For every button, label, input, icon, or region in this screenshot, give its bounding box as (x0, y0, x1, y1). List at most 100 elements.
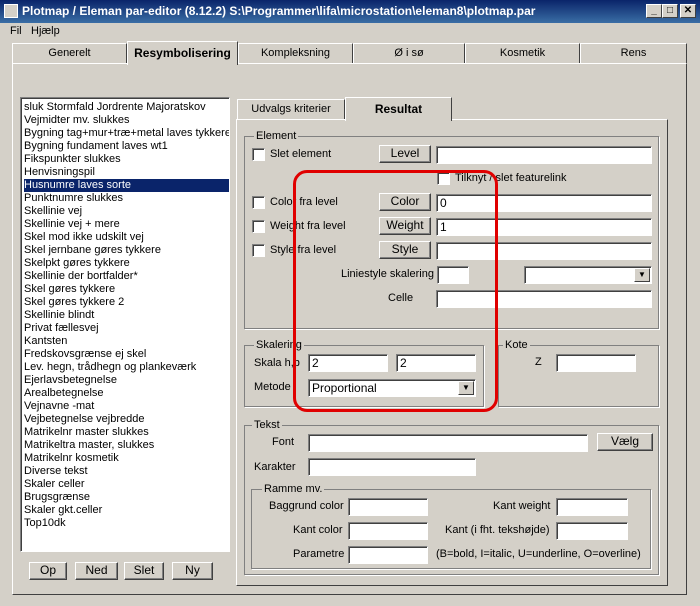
scaling-legend: Skalering (254, 339, 304, 351)
list-item[interactable]: Vejmidter mv. slukkes (24, 114, 229, 127)
tab-resymbolisering[interactable]: Resymbolisering (127, 41, 238, 65)
edge-height-input[interactable] (556, 522, 628, 540)
list-item[interactable]: Skel gøres tykkere (24, 283, 229, 296)
cell-label: Celle (388, 292, 414, 304)
window-title: Plotmap / Eleman par-editor (8.12.2) S:\… (22, 4, 536, 18)
weight-input[interactable]: 1 (436, 218, 652, 236)
params-label: Parametre (293, 548, 345, 560)
list-item[interactable]: Lev. hegn, trådhegn og plankeværk (24, 361, 229, 374)
color-input[interactable]: 0 (436, 194, 652, 212)
list-item[interactable]: Matrikelnr kosmetik (24, 452, 229, 465)
tab-rens[interactable]: Rens (580, 43, 687, 63)
close-button[interactable]: ✕ (680, 4, 696, 18)
list-item[interactable]: Skel mod ikke udskilt vej (24, 231, 229, 244)
list-item[interactable]: Punktnumre slukkes (24, 192, 229, 205)
list-item[interactable]: Henvisningspil (24, 166, 229, 179)
list-item[interactable]: Kantsten (24, 335, 229, 348)
linestyle-scale-input[interactable] (437, 266, 469, 284)
list-item[interactable]: Fikspunkter slukkes (24, 153, 229, 166)
app-icon (4, 4, 18, 18)
style-button[interactable]: Style (379, 241, 431, 259)
delete-button[interactable]: Slet (124, 562, 164, 580)
method-combo[interactable]: Proportional ▼ (308, 379, 476, 397)
cell-input[interactable] (436, 290, 652, 308)
list-item[interactable]: Ejerlavsbetegnelse (24, 374, 229, 387)
list-item[interactable]: Skellinie der bortfalder* (24, 270, 229, 283)
tab-o-i-so[interactable]: Ø i sø (353, 43, 465, 63)
minimize-button[interactable]: _ (646, 4, 662, 18)
level-button[interactable]: Level (379, 145, 431, 163)
edge-weight-label: Kant weight (493, 500, 551, 512)
list-item[interactable]: Skelpkt gøres tykkere (24, 257, 229, 270)
menu-file[interactable]: Fil (10, 25, 22, 37)
bg-color-label: Baggrund color (269, 500, 344, 512)
chevron-down-icon[interactable]: ▼ (634, 268, 650, 282)
list-item[interactable]: Vejnavne -mat (24, 400, 229, 413)
list-item[interactable]: Diverse tekst (24, 465, 229, 478)
chevron-down-icon[interactable]: ▼ (458, 381, 474, 395)
edge-weight-input[interactable] (556, 498, 628, 516)
level-input[interactable] (436, 146, 652, 164)
subtab-resultat[interactable]: Resultat (345, 97, 452, 121)
color-button[interactable]: Color (379, 193, 431, 211)
params-input[interactable] (348, 546, 428, 564)
list-item[interactable]: Privat fællesvej (24, 322, 229, 335)
font-label: Font (272, 436, 295, 448)
tab-generelt[interactable]: Generelt (12, 43, 127, 63)
list-item[interactable]: Bygning fundament laves wt1 (24, 140, 229, 153)
weight-from-level-label: Weight fra level (270, 220, 346, 232)
element-legend: Element (254, 130, 299, 142)
list-item[interactable]: Skellinie vej (24, 205, 229, 218)
list-item[interactable]: Matrikeltra master, slukkes (24, 439, 229, 452)
list-item[interactable]: Fredskovsgrænse ej skel (24, 348, 229, 361)
subtab-udvalgs-kriterier[interactable]: Udvalgs kriterier (237, 99, 345, 119)
list-item[interactable]: Vejbetegnelse vejbredde (24, 413, 229, 426)
list-item[interactable]: Skel jernbane gøres tykkere (24, 244, 229, 257)
choose-font-button[interactable]: Vælg (597, 433, 653, 451)
list-item[interactable]: Arealbetegnelse (24, 387, 229, 400)
style-from-level-checkbox[interactable] (252, 244, 265, 257)
featurelink-checkbox[interactable] (437, 172, 450, 185)
linestyle-combo[interactable]: ▼ (524, 266, 652, 284)
scale-b-input[interactable]: 2 (396, 354, 476, 372)
list-item[interactable]: Skel gøres tykkere 2 (24, 296, 229, 309)
list-item[interactable]: Skaler gkt.celler (24, 504, 229, 517)
scale-hb-label: Skala h,b (254, 357, 300, 369)
maximize-button[interactable]: □ (662, 4, 678, 18)
new-button[interactable]: Ny (172, 562, 213, 580)
tab-kompleksning[interactable]: Kompleksning (238, 43, 353, 63)
list-item[interactable]: Top10dk (24, 517, 229, 530)
list-item[interactable]: Bygning tag+mur+træ+metal laves tykkere (24, 127, 229, 140)
style-input[interactable] (436, 242, 652, 260)
list-item[interactable]: sluk Stormfald Jordrente Majoratskov (24, 101, 229, 114)
kote-legend: Kote (503, 339, 530, 351)
menu-help[interactable]: Hjælp (31, 25, 60, 37)
list-item[interactable]: Brugsgrænse (24, 491, 229, 504)
list-item[interactable]: Husnumre laves sorte (24, 179, 229, 192)
bg-color-input[interactable] (348, 498, 428, 516)
move-up-button[interactable]: Op (29, 562, 67, 580)
weight-from-level-checkbox[interactable] (252, 220, 265, 233)
method-label: Metode (254, 381, 291, 393)
delete-element-checkbox[interactable] (252, 148, 265, 161)
params-hint: (B=bold, I=italic, U=underline, O=overli… (436, 548, 641, 560)
list-item[interactable]: Skellinie blindt (24, 309, 229, 322)
featurelink-label: Tilknyt / slet featurelink (455, 172, 567, 184)
list-item[interactable]: Skellinie vej + mere (24, 218, 229, 231)
chars-label: Karakter (254, 461, 296, 473)
rule-list[interactable]: sluk Stormfald Jordrente Majoratskov Vejm… (20, 97, 230, 552)
list-item[interactable]: Matrikelnr master slukkes (24, 426, 229, 439)
scale-h-input[interactable]: 2 (308, 354, 388, 372)
tab-kosmetik[interactable]: Kosmetik (465, 43, 580, 63)
chars-input[interactable] (308, 458, 476, 476)
edge-height-label: Kant (i fht. tekshøjde) (445, 524, 550, 536)
linestyle-scale-label: Liniestyle skalering (341, 268, 434, 280)
color-from-level-checkbox[interactable] (252, 196, 265, 209)
edge-color-input[interactable] (348, 522, 428, 540)
z-input[interactable] (556, 354, 636, 372)
font-input[interactable] (308, 434, 588, 452)
delete-element-label: Slet element (270, 148, 332, 160)
list-item[interactable]: Skaler celler (24, 478, 229, 491)
move-down-button[interactable]: Ned (75, 562, 118, 580)
weight-button[interactable]: Weight (379, 217, 431, 235)
